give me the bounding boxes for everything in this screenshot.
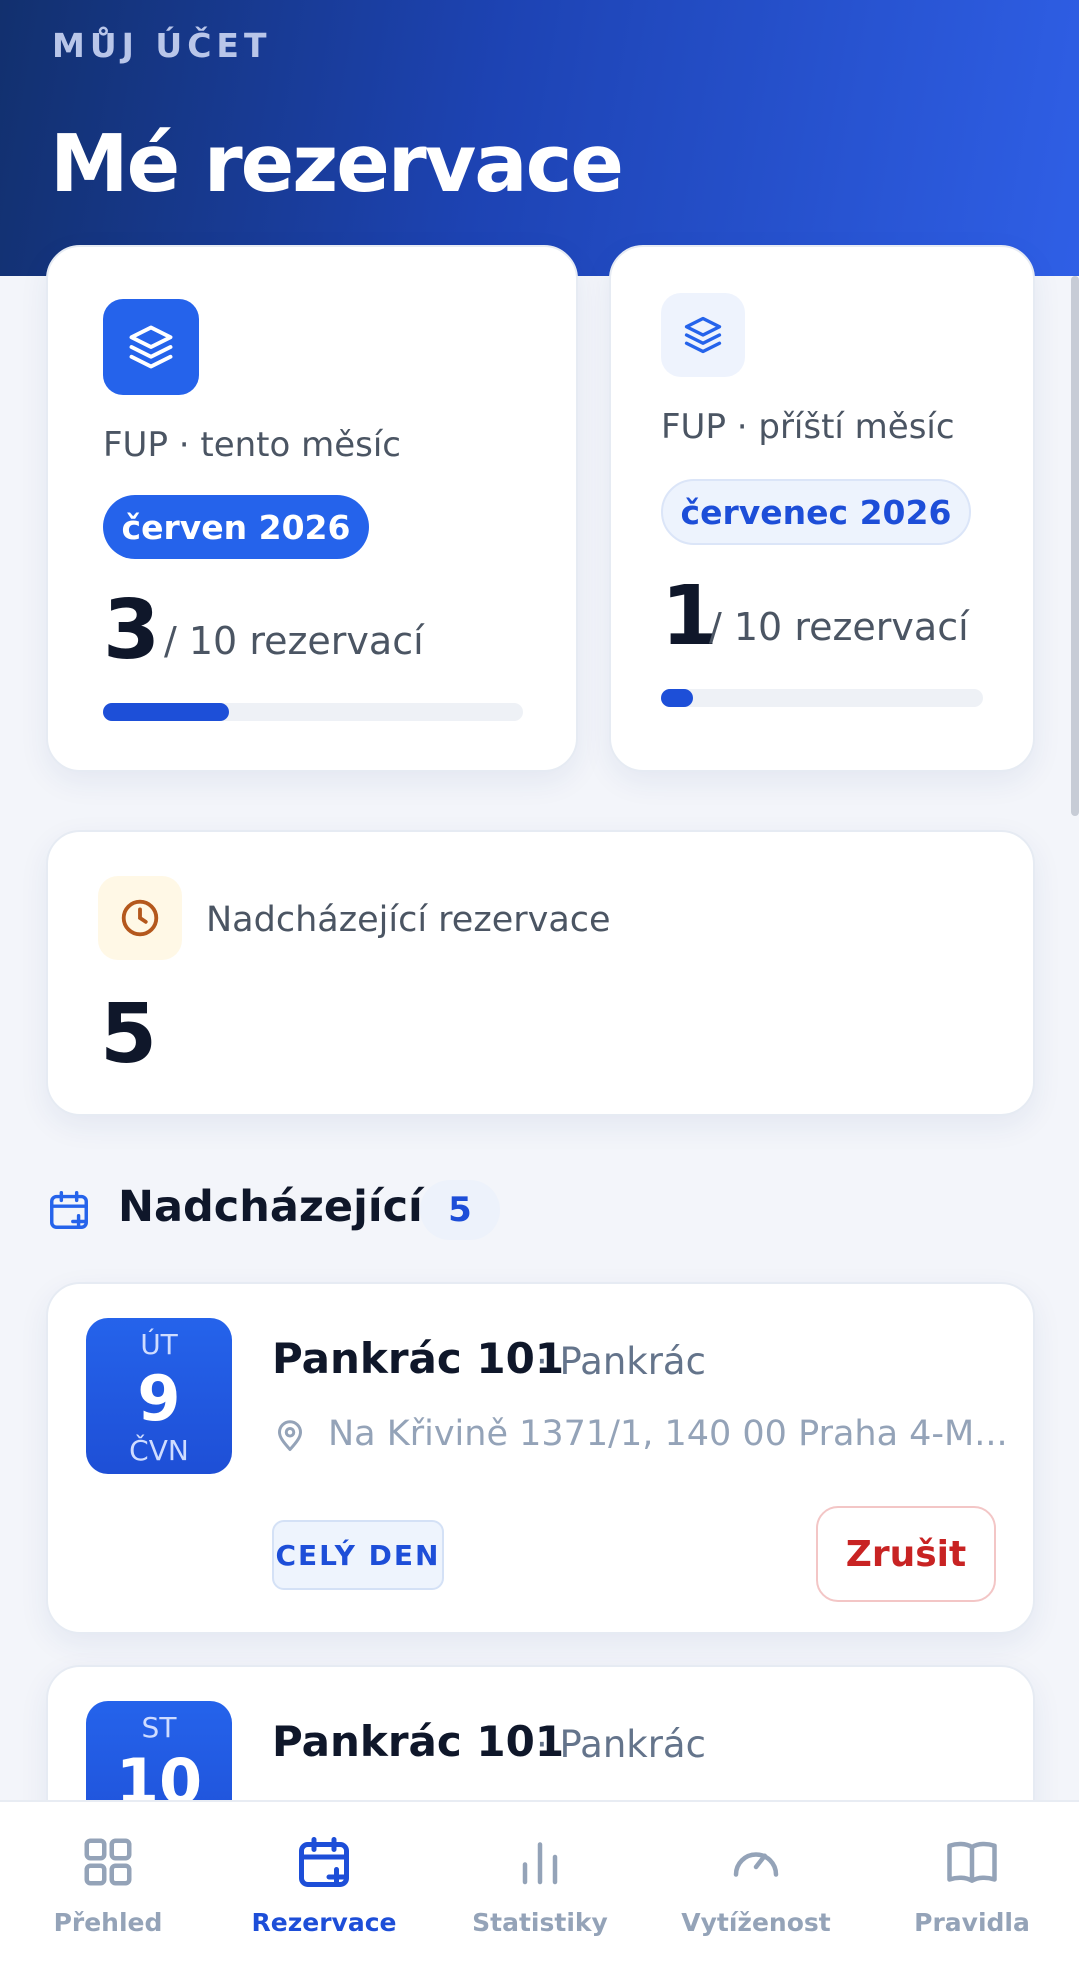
upcoming-summary-card: Nadcházející rezervace 5 bbox=[46, 830, 1035, 1116]
reservation-area: · Pankrác bbox=[536, 1723, 706, 1766]
page-title: Mé rezervace bbox=[50, 118, 624, 210]
layers-icon bbox=[661, 293, 745, 377]
date-day: 9 bbox=[137, 1362, 181, 1435]
fup-current-label: FUP · tento měsíc bbox=[103, 425, 401, 465]
book-icon bbox=[942, 1832, 1002, 1892]
gauge-icon bbox=[726, 1832, 786, 1892]
section-count-badge: 5 bbox=[420, 1180, 500, 1240]
reservation-area: · Pankrác bbox=[536, 1340, 706, 1383]
grid-icon bbox=[78, 1832, 138, 1892]
fup-next-limit: / 10 rezervací bbox=[709, 605, 969, 649]
fup-next-month-pill: červenec 2026 bbox=[661, 479, 971, 545]
nav-item-reservations[interactable]: Rezervace bbox=[216, 1802, 432, 1961]
fup-current-progress bbox=[103, 703, 523, 721]
fup-next-progress bbox=[661, 689, 983, 707]
fup-current-month-pill: červen 2026 bbox=[103, 495, 369, 559]
upcoming-summary-label: Nadcházející rezervace bbox=[206, 900, 611, 940]
bottom-navigation: Přehled Rezervace Statistiky Vytíženost bbox=[0, 1800, 1079, 1961]
page-header: MŮJ ÚČET Mé rezervace bbox=[0, 0, 1079, 276]
date-badge: ÚT 9 ČVN bbox=[86, 1318, 232, 1474]
fup-next-label: FUP · příští měsíc bbox=[661, 407, 955, 447]
nav-label: Rezervace bbox=[251, 1908, 397, 1937]
layers-icon bbox=[103, 299, 199, 395]
nav-item-overview[interactable]: Přehled bbox=[0, 1802, 216, 1961]
fup-next-progress-fill bbox=[661, 689, 694, 707]
fup-current-limit: / 10 rezervací bbox=[164, 619, 424, 663]
reservation-address: Na Křivině 1371/1, 140 00 Praha 4-M... bbox=[328, 1414, 1008, 1454]
scrollbar[interactable] bbox=[1071, 276, 1079, 816]
fup-current-card: FUP · tento měsíc červen 2026 3 / 10 rez… bbox=[46, 245, 578, 772]
cancel-button[interactable]: Zrušit bbox=[816, 1506, 996, 1602]
nav-label: Přehled bbox=[53, 1908, 163, 1937]
nav-item-statistics[interactable]: Statistiky bbox=[432, 1802, 648, 1961]
account-eyebrow: MŮJ ÚČET bbox=[52, 26, 272, 65]
date-weekday: ST bbox=[141, 1711, 177, 1744]
upcoming-summary-count: 5 bbox=[100, 987, 158, 1082]
nav-label: Vytíženost bbox=[681, 1908, 831, 1937]
bar-chart-icon bbox=[510, 1832, 570, 1892]
reservation-name: Pankrác 101 bbox=[272, 1334, 565, 1383]
calendar-plus-icon bbox=[46, 1187, 92, 1233]
nav-item-occupancy[interactable]: Vytíženost bbox=[648, 1802, 864, 1961]
clock-icon bbox=[98, 876, 182, 960]
date-month: ČVN bbox=[129, 1434, 189, 1467]
fup-next-card: FUP · příští měsíc červenec 2026 1 / 10 … bbox=[609, 245, 1035, 772]
nav-item-rules[interactable]: Pravidla bbox=[864, 1802, 1079, 1961]
all-day-tag: CELÝ DEN bbox=[272, 1520, 444, 1590]
reservation-card[interactable]: ÚT 9 ČVN Pankrác 101 · Pankrác Na Křivin… bbox=[46, 1282, 1035, 1634]
fup-current-progress-fill bbox=[103, 703, 229, 721]
location-pin-icon bbox=[272, 1418, 308, 1454]
nav-label: Statistiky bbox=[472, 1908, 608, 1937]
reservation-name: Pankrác 101 bbox=[272, 1717, 565, 1766]
date-weekday: ÚT bbox=[140, 1328, 178, 1361]
nav-label: Pravidla bbox=[914, 1908, 1030, 1937]
section-title: Nadcházející bbox=[118, 1182, 423, 1232]
fup-current-used: 3 bbox=[103, 583, 161, 678]
calendar-plus-icon bbox=[294, 1832, 354, 1892]
